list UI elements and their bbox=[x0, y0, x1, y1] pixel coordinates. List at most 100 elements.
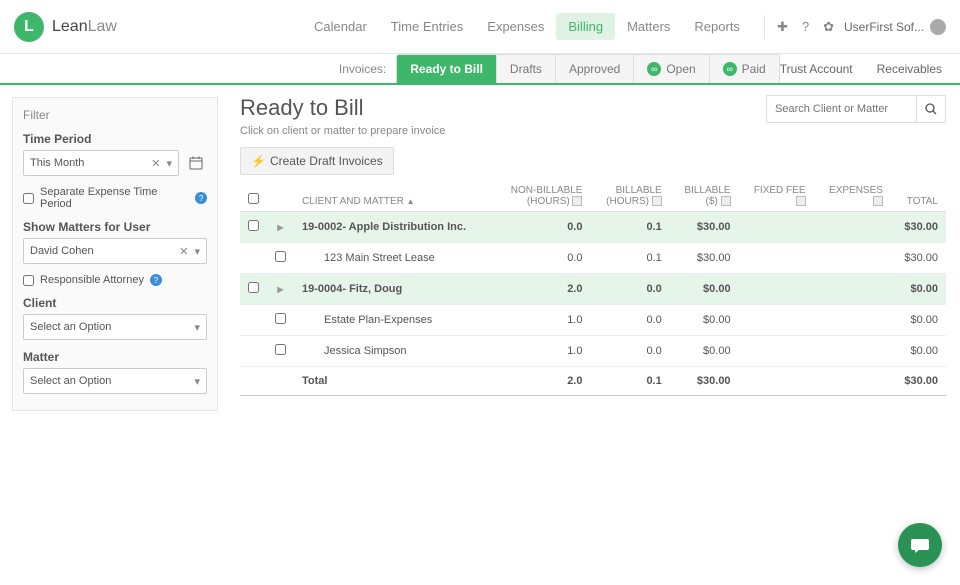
col-billable-hours: BILLABLE(HOURS) bbox=[590, 181, 669, 212]
matter-select[interactable]: Select an Option ▾ bbox=[23, 368, 207, 394]
col-nonbillable: NON-BILLABLE(HOURS) bbox=[493, 181, 590, 212]
plus-icon[interactable]: ✚ bbox=[777, 19, 788, 35]
logo-text: LeanLaw bbox=[52, 18, 117, 36]
nav-matters[interactable]: Matters bbox=[615, 13, 682, 40]
tab-paid-label: Paid bbox=[742, 62, 766, 76]
help-icon[interactable]: ? bbox=[802, 19, 809, 34]
col-billable-dollars: BILLABLE($) bbox=[670, 181, 739, 212]
search-input[interactable] bbox=[766, 95, 916, 123]
cell: $30.00 bbox=[670, 367, 739, 396]
chevron-right-icon[interactable]: ▶ bbox=[277, 223, 283, 232]
tab-open[interactable]: ∞Open bbox=[634, 55, 709, 83]
chevron-down-icon: ▾ bbox=[194, 321, 200, 334]
gear-icon[interactable]: ✿ bbox=[823, 19, 834, 35]
responsible-attorney-checkbox[interactable]: Responsible Attorney ? bbox=[23, 274, 207, 286]
row-checkbox[interactable] bbox=[248, 220, 259, 231]
responsible-attorney-input[interactable] bbox=[23, 275, 34, 286]
client-row[interactable]: ▶ 19-0002- Apple Distribution Inc. 0.0 0… bbox=[240, 212, 946, 243]
bolt-icon: ⚡ bbox=[251, 154, 266, 168]
col-total: TOTAL bbox=[891, 181, 946, 212]
help-icon[interactable]: ? bbox=[195, 192, 207, 204]
nav-time-entries[interactable]: Time Entries bbox=[379, 13, 475, 40]
total-label: Total bbox=[294, 367, 493, 396]
matter-row[interactable]: Estate Plan-Expenses 1.0 0.0 $0.00 $0.00 bbox=[240, 305, 946, 336]
sub-nav-left: Invoices: Ready to Bill Drafts Approved … bbox=[329, 54, 946, 83]
client-select[interactable]: Select an Option ▾ bbox=[23, 314, 207, 340]
cell: 0.0 bbox=[590, 274, 669, 305]
sub-nav: Invoices: Ready to Bill Drafts Approved … bbox=[0, 54, 960, 85]
nav-expenses[interactable]: Expenses bbox=[475, 13, 556, 40]
link-trust-account[interactable]: Trust Account bbox=[780, 62, 853, 76]
time-period-select[interactable]: This Month ✕▾ bbox=[23, 150, 179, 176]
chat-icon bbox=[910, 535, 930, 555]
select-all-checkbox[interactable] bbox=[248, 193, 259, 204]
col-check-icon[interactable] bbox=[721, 196, 731, 206]
help-icon[interactable]: ? bbox=[150, 274, 162, 286]
cell: $0.00 bbox=[670, 336, 739, 367]
col-check-icon[interactable] bbox=[652, 196, 662, 206]
tab-paid[interactable]: ∞Paid bbox=[710, 55, 779, 83]
nav-reports[interactable]: Reports bbox=[682, 13, 752, 40]
link-receivables[interactable]: Receivables bbox=[877, 62, 942, 76]
matter-select-value: Select an Option bbox=[30, 375, 111, 387]
cell bbox=[814, 212, 891, 243]
cell: $0.00 bbox=[891, 305, 946, 336]
calendar-icon[interactable] bbox=[185, 152, 207, 174]
cell: $30.00 bbox=[670, 243, 739, 274]
cell bbox=[814, 336, 891, 367]
user-select[interactable]: David Cohen ✕▾ bbox=[23, 238, 207, 264]
cell: $30.00 bbox=[891, 243, 946, 274]
nav-billing[interactable]: Billing bbox=[556, 13, 615, 40]
clear-icon[interactable]: ✕ bbox=[179, 245, 188, 258]
client-name: 19-0004- Fitz, Doug bbox=[294, 274, 493, 305]
chevron-right-icon[interactable]: ▶ bbox=[277, 285, 283, 294]
separate-expense-checkbox[interactable]: Separate Expense Time Period ? bbox=[23, 186, 207, 210]
separate-expense-label: Separate Expense Time Period bbox=[40, 186, 189, 210]
row-checkbox[interactable] bbox=[275, 313, 286, 324]
user-select-value: David Cohen bbox=[30, 245, 94, 257]
search-icon bbox=[925, 103, 937, 115]
cell bbox=[739, 274, 814, 305]
create-draft-label: Create Draft Invoices bbox=[270, 154, 383, 168]
cell bbox=[739, 367, 814, 396]
separate-expense-input[interactable] bbox=[23, 193, 34, 204]
col-check-icon[interactable] bbox=[873, 196, 883, 206]
main-header: Ready to Bill Click on client or matter … bbox=[240, 95, 946, 147]
client-row[interactable]: ▶ 19-0004- Fitz, Doug 2.0 0.0 $0.00 $0.0… bbox=[240, 274, 946, 305]
avatar-icon bbox=[930, 19, 946, 35]
client-name: 19-0002- Apple Distribution Inc. bbox=[294, 212, 493, 243]
user-menu[interactable]: UserFirst Sof... bbox=[844, 19, 946, 35]
cell: 2.0 bbox=[493, 367, 590, 396]
row-checkbox[interactable] bbox=[275, 251, 286, 262]
col-check-icon[interactable] bbox=[796, 196, 806, 206]
cell: 1.0 bbox=[493, 336, 590, 367]
top-nav: Calendar Time Entries Expenses Billing M… bbox=[302, 13, 946, 40]
invoices-label: Invoices: bbox=[329, 62, 396, 76]
matter-name: Estate Plan-Expenses bbox=[302, 314, 432, 326]
cell: 0.1 bbox=[590, 367, 669, 396]
cell: $0.00 bbox=[891, 336, 946, 367]
cell bbox=[814, 305, 891, 336]
total-row: Total 2.0 0.1 $30.00 $30.00 bbox=[240, 367, 946, 396]
cell: $0.00 bbox=[670, 305, 739, 336]
col-client[interactable]: CLIENT AND MATTER ▲ bbox=[294, 181, 493, 212]
clear-icon[interactable]: ✕ bbox=[151, 157, 160, 170]
tab-ready-to-bill[interactable]: Ready to Bill bbox=[397, 55, 497, 83]
chat-fab[interactable] bbox=[898, 523, 942, 567]
row-checkbox[interactable] bbox=[248, 282, 259, 293]
search-button[interactable] bbox=[916, 95, 946, 123]
tab-approved[interactable]: Approved bbox=[556, 55, 634, 83]
matter-row[interactable]: 123 Main Street Lease 0.0 0.1 $30.00 $30… bbox=[240, 243, 946, 274]
time-period-label: Time Period bbox=[23, 132, 207, 146]
tab-drafts[interactable]: Drafts bbox=[497, 55, 556, 83]
matter-row[interactable]: Jessica Simpson 1.0 0.0 $0.00 $0.00 bbox=[240, 336, 946, 367]
client-label: Client bbox=[23, 296, 207, 310]
chevron-down-icon: ▾ bbox=[194, 375, 200, 388]
sub-nav-right: Trust Account Receivables bbox=[780, 62, 946, 76]
tab-open-label: Open bbox=[666, 62, 695, 76]
main-content: Ready to Bill Click on client or matter … bbox=[230, 85, 960, 423]
row-checkbox[interactable] bbox=[275, 344, 286, 355]
create-draft-button[interactable]: ⚡ Create Draft Invoices bbox=[240, 147, 394, 175]
col-check-icon[interactable] bbox=[572, 196, 582, 206]
nav-calendar[interactable]: Calendar bbox=[302, 13, 379, 40]
